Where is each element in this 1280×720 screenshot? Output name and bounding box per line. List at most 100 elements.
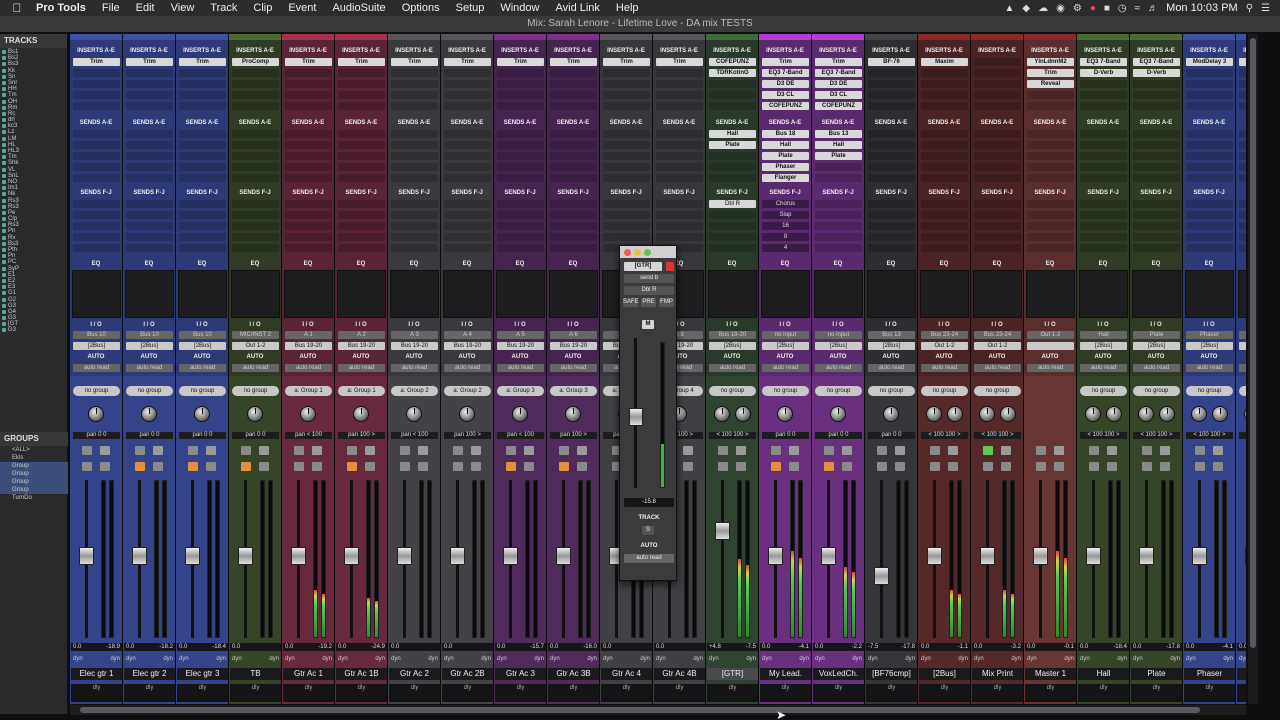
menu-help[interactable]: Help xyxy=(608,2,647,14)
send-slot[interactable] xyxy=(179,244,226,252)
insert-slot[interactable]: D3 CL xyxy=(815,91,862,99)
volume-fader[interactable] xyxy=(291,547,306,566)
volume-fader[interactable] xyxy=(344,547,359,566)
insert-slot[interactable] xyxy=(444,102,491,110)
insert-slot[interactable] xyxy=(1239,102,1246,110)
volume-value[interactable]: 0.0 xyxy=(497,643,505,651)
record-button[interactable] xyxy=(1160,446,1170,455)
send-slot[interactable]: 8 xyxy=(762,233,809,241)
mute-button[interactable] xyxy=(206,462,216,471)
send-slot[interactable] xyxy=(868,141,915,149)
group-list-item[interactable]: Group xyxy=(0,470,68,478)
automation-mode[interactable]: auto read xyxy=(921,364,968,372)
pan-value[interactable]: pan 100 > xyxy=(444,432,491,439)
track-comments[interactable]: dly xyxy=(548,684,599,702)
dyn-button[interactable]: dyn xyxy=(550,655,560,664)
insert-slot[interactable]: BF-76 xyxy=(868,58,915,66)
send-slot[interactable] xyxy=(603,233,650,241)
send-slot[interactable] xyxy=(232,244,279,252)
insert-slot[interactable] xyxy=(1239,80,1246,88)
insert-slot[interactable] xyxy=(391,69,438,77)
send-slot[interactable]: Plate xyxy=(815,152,862,160)
solo-button[interactable] xyxy=(453,462,463,471)
track-name[interactable]: Gtr Ac 2 xyxy=(389,668,440,680)
dyn-button[interactable]: dyn xyxy=(746,655,756,664)
insert-slot[interactable]: D-Verb xyxy=(1133,69,1180,77)
input-selector[interactable]: A 2 xyxy=(338,331,385,339)
send-slot[interactable] xyxy=(391,211,438,219)
track-visible-icon[interactable] xyxy=(2,309,6,314)
send-slot[interactable] xyxy=(921,211,968,219)
send-name[interactable]: send b xyxy=(624,274,674,283)
send-slot[interactable] xyxy=(1027,174,1074,182)
peak-value[interactable]: -18.4 xyxy=(212,643,226,651)
record-button[interactable] xyxy=(895,446,905,455)
send-slot[interactable] xyxy=(126,200,173,208)
track-visible-icon[interactable] xyxy=(2,266,6,271)
track-color-bar[interactable] xyxy=(706,34,758,40)
insert-slot[interactable] xyxy=(179,80,226,88)
send-slot[interactable] xyxy=(179,200,226,208)
output-selector[interactable]: [2Bus] xyxy=(1186,342,1233,350)
insert-slot[interactable] xyxy=(921,91,968,99)
track-visible-icon[interactable] xyxy=(2,105,6,110)
send-slot[interactable] xyxy=(1080,200,1127,208)
pan-knob[interactable] xyxy=(777,406,793,422)
send-slot[interactable] xyxy=(1027,200,1074,208)
send-slot[interactable] xyxy=(1186,130,1233,138)
volume-value[interactable]: 0.0 xyxy=(232,643,240,651)
automation-mode[interactable]: auto read xyxy=(1080,364,1127,372)
volume-fader[interactable] xyxy=(132,547,147,566)
menu-file[interactable]: File xyxy=(94,2,128,14)
peak-value[interactable]: -17.8 xyxy=(901,643,915,651)
pan-value[interactable]: pan 0 0 xyxy=(73,432,120,439)
volume-value[interactable]: +4.8 xyxy=(709,643,721,651)
track-comments[interactable]: dly xyxy=(442,684,493,702)
dyn-button[interactable]: dyn xyxy=(216,655,226,664)
send-slot[interactable] xyxy=(1027,233,1074,241)
send-slot[interactable] xyxy=(709,152,756,160)
track-color-bar[interactable] xyxy=(547,34,599,40)
group-selector[interactable]: no group xyxy=(815,386,862,396)
send-slot[interactable] xyxy=(497,174,544,182)
insert-slot[interactable] xyxy=(974,102,1021,110)
input-monitor-button[interactable] xyxy=(400,446,410,455)
app-menu[interactable]: Pro Tools xyxy=(34,2,94,14)
group-selector[interactable]: a: Group 3 xyxy=(550,386,597,396)
send-slot[interactable] xyxy=(179,222,226,230)
send-slot[interactable] xyxy=(1133,222,1180,230)
input-monitor-button[interactable] xyxy=(559,446,569,455)
output-selector[interactable]: [2Bus] xyxy=(126,342,173,350)
dyn-button[interactable]: dyn xyxy=(799,655,809,664)
send-slot[interactable] xyxy=(73,211,120,219)
track-visible-icon[interactable] xyxy=(2,111,6,116)
peak-value[interactable]: -2.2 xyxy=(852,643,862,651)
send-slot[interactable]: Chorus xyxy=(762,200,809,208)
insert-slot[interactable] xyxy=(1080,102,1127,110)
volume-value[interactable]: 0.0 xyxy=(338,643,346,651)
track-visible-icon[interactable] xyxy=(2,272,6,277)
insert-slot[interactable] xyxy=(1239,91,1246,99)
send-slot[interactable] xyxy=(709,174,756,182)
send-slot[interactable] xyxy=(232,130,279,138)
volume-fader[interactable] xyxy=(874,566,889,585)
volume-value[interactable]: -7.5 xyxy=(868,643,878,651)
send-slot[interactable] xyxy=(338,130,385,138)
send-slot[interactable] xyxy=(974,200,1021,208)
insert-slot[interactable] xyxy=(603,69,650,77)
send-slot[interactable] xyxy=(1133,141,1180,149)
send-slot[interactable] xyxy=(974,152,1021,160)
track-color-bar[interactable] xyxy=(176,34,228,40)
send-slot[interactable] xyxy=(179,130,226,138)
dyn-button[interactable]: dyn xyxy=(1170,655,1180,664)
send-slot[interactable] xyxy=(338,141,385,149)
track-name[interactable]: TB xyxy=(230,668,281,680)
volume-value[interactable]: 0.0 xyxy=(974,643,982,651)
pan-left-knob[interactable] xyxy=(1191,406,1207,422)
send-slot[interactable] xyxy=(338,152,385,160)
apple-icon[interactable]:  xyxy=(0,1,34,15)
send-slot[interactable] xyxy=(1133,130,1180,138)
insert-slot[interactable]: Trim xyxy=(444,58,491,66)
send-slot[interactable] xyxy=(1133,233,1180,241)
send-slot[interactable] xyxy=(656,163,703,171)
